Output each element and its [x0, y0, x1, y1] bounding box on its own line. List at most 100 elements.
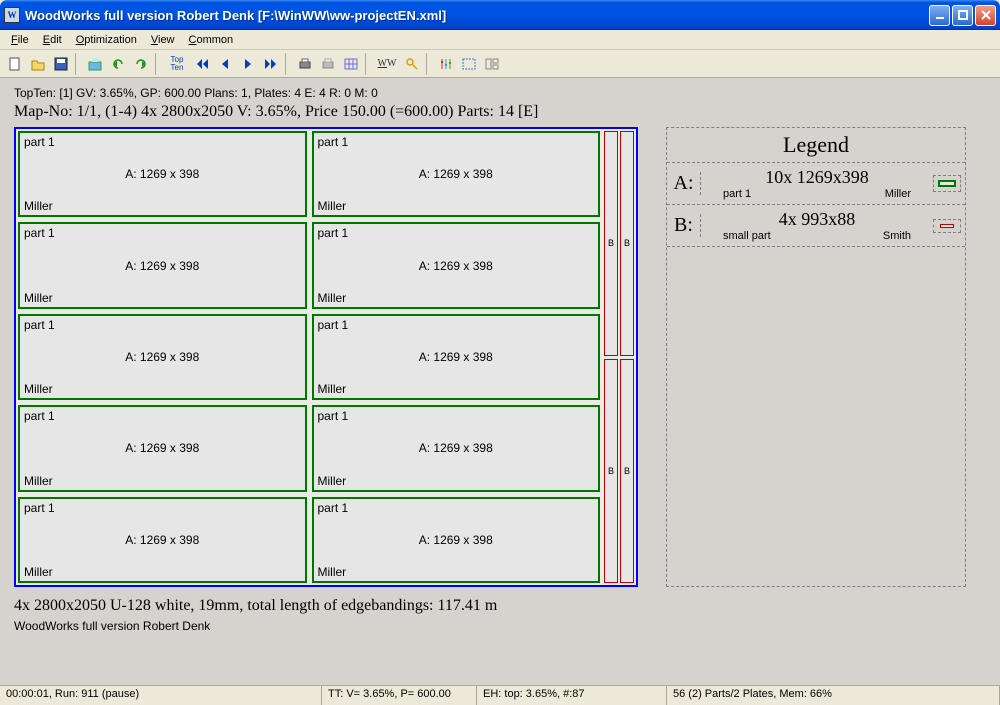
part-dim: A: 1269 x 398	[419, 441, 493, 455]
legend-row-a: A: 10x 1269x398 part 1 Miller	[667, 163, 965, 205]
part-owner: Miller	[24, 291, 53, 305]
part-cell[interactable]: part 1 A: 1269 x 398 Miller	[312, 314, 601, 400]
close-button[interactable]	[975, 5, 996, 26]
status-runtime: 00:00:01, Run: 911 (pause)	[0, 686, 322, 705]
part-cell[interactable]: part 1 A: 1269 x 398 Miller	[18, 314, 307, 400]
topten-info: TopTen: [1] GV: 3.65%, GP: 600.00 Plans:…	[14, 86, 986, 100]
menu-optimization[interactable]: Optimization	[69, 32, 144, 48]
summary-line: 4x 2800x2050 U-128 white, 19mm, total le…	[14, 597, 986, 615]
legend-key-b: B:	[671, 214, 701, 237]
b-slot: B	[604, 359, 618, 584]
minimize-button[interactable]	[929, 5, 950, 26]
part-cell[interactable]: part 1 A: 1269 x 398 Miller	[18, 222, 307, 308]
part-cell[interactable]: part 1A: 1269 x 398Miller	[312, 222, 601, 308]
maximize-button[interactable]	[952, 5, 973, 26]
part-owner: Miller	[24, 474, 53, 488]
b-slot: B	[604, 131, 618, 356]
part-dim: A: 1269 x 398	[419, 167, 493, 181]
top-ten-icon[interactable]: TopTen	[164, 53, 190, 75]
b-slot: B	[620, 131, 634, 356]
legend-dim-b: 4x 993x88	[705, 209, 929, 230]
part-dim: A: 1269 x 398	[125, 350, 199, 364]
cutting-map[interactable]: part 1 A: 1269 x 398 Miller part 1 A: 1269 x…	[14, 127, 638, 587]
legend-swatch-b	[933, 219, 961, 233]
part-cell[interactable]: part 1 A: 1269 x 398 Miller	[312, 405, 601, 491]
toolbar: TopTen WW	[0, 50, 1000, 78]
part-cell[interactable]: part 1 A: 1269 x 398 Miller	[312, 497, 601, 583]
part-cell[interactable]: part 1 A: 1269 x 398 Miller	[312, 131, 601, 217]
woodworks-icon[interactable]: WW	[374, 53, 400, 75]
key-icon[interactable]	[401, 53, 423, 75]
app-icon: W	[4, 7, 20, 23]
part-dim: A: 1269 x 398	[419, 533, 493, 547]
part-name: part 1	[318, 501, 349, 515]
part-name: part 1	[24, 501, 55, 515]
status-mem: 56 (2) Parts/2 Plates, Mem: 66%	[667, 686, 1000, 705]
new-file-icon[interactable]	[4, 53, 26, 75]
save-icon[interactable]	[50, 53, 72, 75]
legend-name-b: small part	[723, 230, 771, 242]
legend-key-a: A:	[671, 172, 701, 195]
part-dim: A: 1269 x 398	[125, 259, 199, 273]
next-icon[interactable]	[237, 53, 259, 75]
part-owner: Miller	[24, 382, 53, 396]
first-icon[interactable]	[191, 53, 213, 75]
part-owner: Miller	[318, 382, 347, 396]
part-name: part 1	[318, 135, 349, 149]
legend-title: Legend	[667, 128, 965, 163]
b-slot: B	[620, 359, 634, 584]
select-icon[interactable]	[458, 53, 480, 75]
redo-icon[interactable]	[130, 53, 152, 75]
legend-owner-a: Miller	[885, 188, 911, 200]
part-cell[interactable]: part 1 A: 1269 x 398 Miller	[18, 131, 307, 217]
project-icon[interactable]	[84, 53, 106, 75]
menu-view[interactable]: View	[144, 32, 182, 48]
undo-icon[interactable]	[107, 53, 129, 75]
part-owner: Miller	[318, 474, 347, 488]
prev-icon[interactable]	[214, 53, 236, 75]
legend-panel: Legend A: 10x 1269x398 part 1 Miller B: 4…	[666, 127, 966, 587]
part-name: part 1	[24, 226, 55, 240]
part-name: part 1	[318, 318, 349, 332]
menu-file[interactable]: File	[4, 32, 36, 48]
menu-common[interactable]: Common	[182, 32, 241, 48]
open-folder-icon[interactable]	[27, 53, 49, 75]
menu-edit[interactable]: Edit	[36, 32, 69, 48]
status-bar: 00:00:01, Run: 911 (pause) TT: V= 3.65%,…	[0, 685, 1000, 705]
legend-dim-a: 10x 1269x398	[705, 167, 929, 188]
layout-icon[interactable]	[481, 53, 503, 75]
part-owner: Miller	[318, 199, 347, 213]
legend-name-a: part 1	[723, 188, 751, 200]
part-name: part 1	[24, 318, 55, 332]
part-dim: A: 1269 x 398	[419, 350, 493, 364]
part-owner: Miller	[24, 565, 53, 579]
part-dim: A: 1269 x 398	[125, 167, 199, 181]
window-title: WoodWorks full version Robert Denk [F:\W…	[25, 8, 929, 23]
legend-row-b: B: 4x 993x88 small part Smith	[667, 205, 965, 247]
part-name: part 1	[24, 409, 55, 423]
status-eh: EH: top: 3.65%, #:87	[477, 686, 667, 705]
client-area: TopTen: [1] GV: 3.65%, GP: 600.00 Plans:…	[0, 78, 1000, 705]
part-owner: Miller	[24, 199, 53, 213]
part-dim: A: 1269 x 398	[419, 259, 493, 273]
part-cell[interactable]: part 1 A: 1269 x 398 Miller	[18, 497, 307, 583]
menu-bar: File Edit Optimization View Common	[0, 30, 1000, 50]
part-cell[interactable]: part 1 A: 1269 x 398 Miller	[18, 405, 307, 491]
sliders-icon[interactable]	[435, 53, 457, 75]
legend-swatch-a	[933, 175, 961, 192]
grid-icon[interactable]	[340, 53, 362, 75]
part-name: part 1	[318, 409, 349, 423]
part-dim: A: 1269 x 398	[125, 533, 199, 547]
map-info: Map-No: 1/1, (1-4) 4x 2800x2050 V: 3.65%…	[14, 103, 986, 121]
part-owner: Miller	[318, 291, 347, 305]
status-tt: TT: V= 3.65%, P= 600.00	[322, 686, 477, 705]
copyright-line: WoodWorks full version Robert Denk	[14, 619, 986, 633]
last-icon[interactable]	[260, 53, 282, 75]
title-bar: W WoodWorks full version Robert Denk [F:…	[0, 0, 1000, 30]
print-preview-icon[interactable]	[317, 53, 339, 75]
legend-owner-b: Smith	[883, 230, 911, 242]
print-icon[interactable]	[294, 53, 316, 75]
part-owner: Miller	[318, 565, 347, 579]
part-dim: A: 1269 x 398	[125, 441, 199, 455]
part-name: part 1	[24, 135, 55, 149]
